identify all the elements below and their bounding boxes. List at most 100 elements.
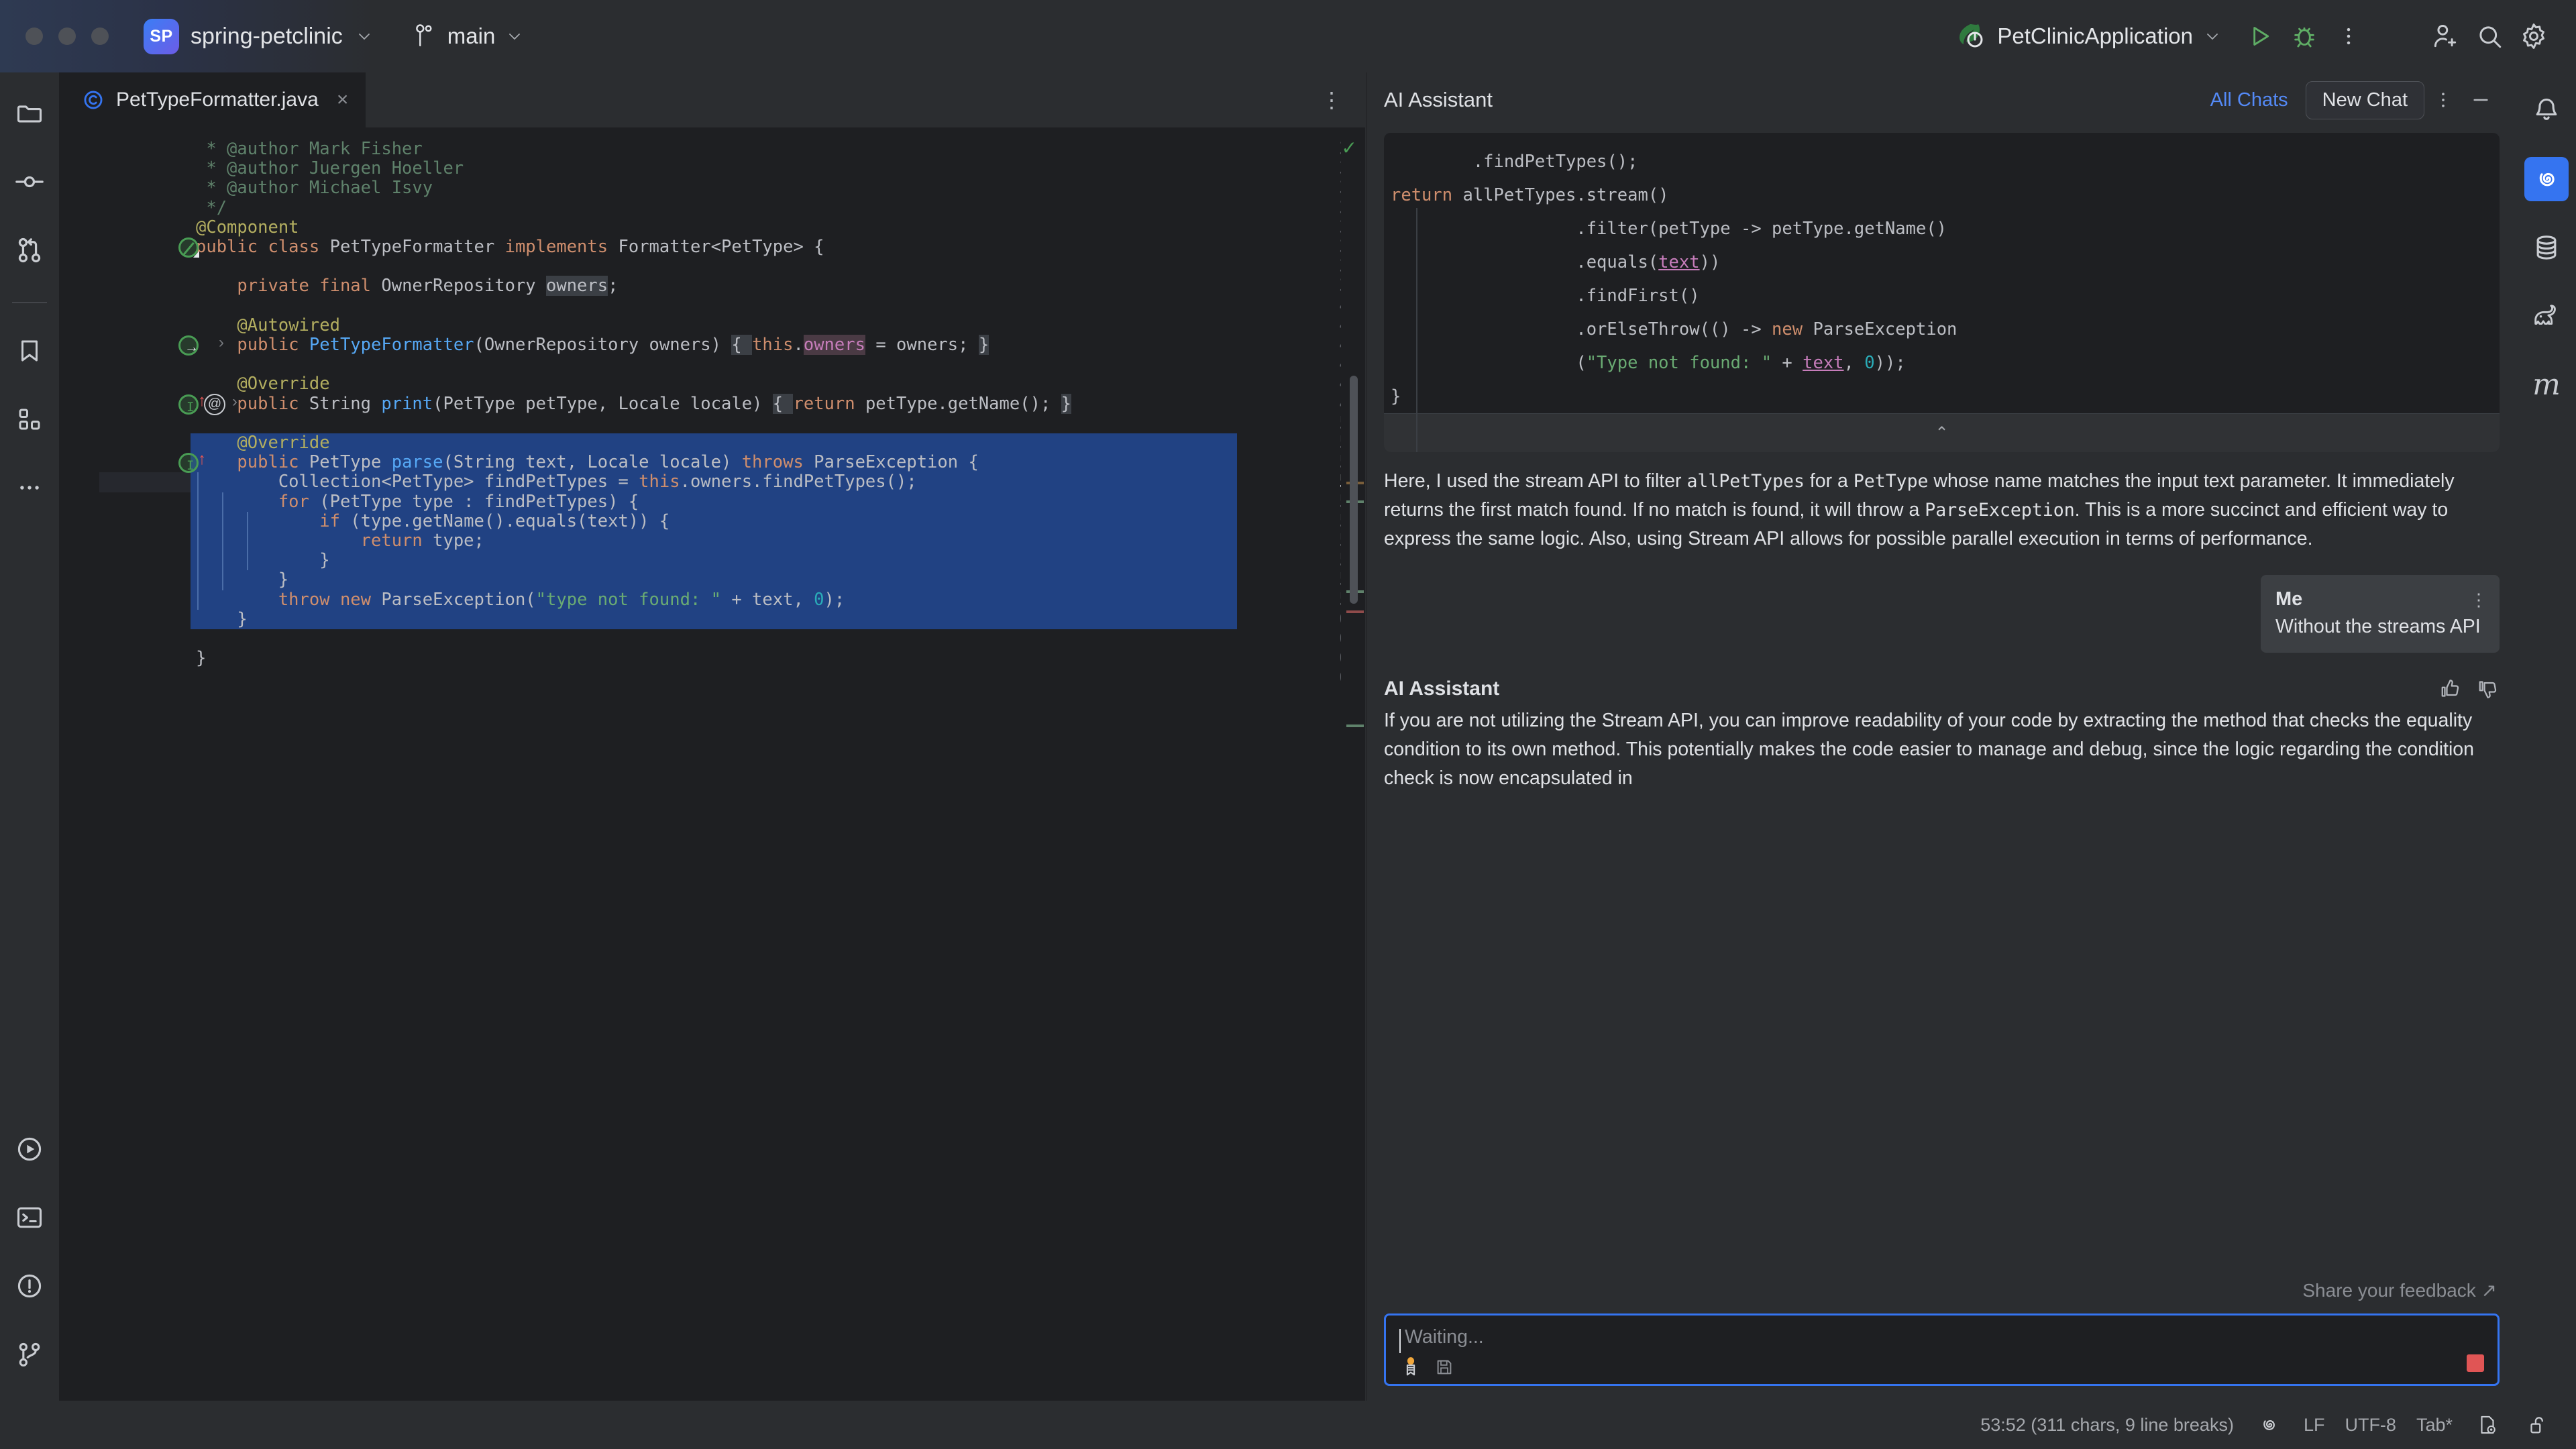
readonly-toggle-button[interactable] bbox=[2522, 1410, 2552, 1440]
code-line[interactable]: 57 } bbox=[59, 551, 1365, 570]
ai-answer-1: Here, I used the stream API to filter al… bbox=[1384, 470, 2455, 549]
gutter-bean-icon[interactable]: → bbox=[178, 335, 199, 356]
project-selector[interactable]: SP spring-petclinic bbox=[144, 18, 372, 54]
run-button[interactable] bbox=[2238, 14, 2282, 58]
gutter-implements-icon[interactable]: I ↑ bbox=[178, 451, 206, 474]
status-ai-button[interactable] bbox=[2254, 1410, 2284, 1440]
code-line[interactable]: 60 } bbox=[59, 609, 1365, 629]
caret-position[interactable]: 53:52 (311 chars, 9 line breaks) bbox=[1980, 1415, 2234, 1436]
sidebar-item-structure[interactable] bbox=[7, 397, 52, 441]
code-line[interactable]: 51 @Override bbox=[59, 433, 1365, 453]
code-line[interactable]: 39 private final OwnerRepository owners; bbox=[59, 276, 1365, 297]
code-line[interactable]: 45 bbox=[59, 355, 1365, 374]
sidebar-item-problems[interactable] bbox=[7, 1264, 52, 1308]
code-line[interactable]: 36@Component bbox=[59, 217, 1365, 237]
code-line-text: @Autowired bbox=[237, 315, 340, 335]
left-tool-stripe bbox=[0, 72, 59, 1401]
sidebar-item-database[interactable] bbox=[2524, 225, 2569, 270]
all-chats-link[interactable]: All Chats bbox=[2210, 89, 2288, 111]
titlebar-right-actions: PetClinicApplication bbox=[1955, 14, 2576, 58]
minimize-window-button[interactable] bbox=[58, 28, 76, 45]
editor-vertical-scrollbar[interactable] bbox=[1350, 376, 1358, 604]
ai-more-options-button[interactable] bbox=[2424, 81, 2462, 119]
code-line[interactable]: 54 for (PetType type : findPetTypes) { bbox=[59, 492, 1365, 512]
debug-button[interactable] bbox=[2282, 14, 2326, 58]
sidebar-item-commit[interactable] bbox=[7, 160, 52, 204]
code-line[interactable]: 34 * @author Michael Isvy bbox=[59, 178, 1365, 198]
sidebar-item-version-control[interactable] bbox=[7, 1332, 52, 1377]
editor-marker-column[interactable]: ✓ bbox=[1341, 127, 1365, 1401]
sidebar-item-maven[interactable]: m bbox=[2524, 362, 2569, 407]
code-line[interactable]: 50 bbox=[59, 413, 1365, 433]
code-line-text: } bbox=[278, 570, 289, 590]
file-encoding[interactable]: UTF-8 bbox=[2345, 1415, 2396, 1436]
code-line-text: * @author Mark Fisher bbox=[196, 139, 423, 159]
save-icon[interactable] bbox=[1434, 1357, 1454, 1377]
code-line[interactable]: 59 throw new ParseException("type not fo… bbox=[59, 590, 1365, 610]
code-line[interactable]: 41 @Autowired bbox=[59, 315, 1365, 335]
gutter-expand-icon[interactable]: › bbox=[219, 333, 224, 352]
sidebar-item-bookmarks[interactable] bbox=[7, 329, 52, 373]
code-line[interactable]: 58 } bbox=[59, 570, 1365, 590]
code-line[interactable]: 53 Collection<PetType> findPetTypes = th… bbox=[59, 472, 1365, 492]
sidebar-item-more[interactable] bbox=[7, 466, 52, 510]
ai-prompt-input[interactable]: Waiting... bbox=[1384, 1313, 2500, 1386]
sidebar-item-pull-requests[interactable] bbox=[7, 228, 52, 272]
search-everywhere-button[interactable] bbox=[2467, 14, 2512, 58]
sidebar-item-gradle[interactable] bbox=[2524, 294, 2569, 338]
code-area[interactable]: 32 * @author Mark Fisher33 * @author Jue… bbox=[59, 127, 1365, 1401]
share-feedback-link[interactable]: Share your feedback ↗ bbox=[1366, 1279, 2517, 1313]
code-line[interactable]: 35 */ bbox=[59, 198, 1365, 218]
gutter-annotation-icon[interactable]: @ bbox=[204, 393, 225, 415]
run-configuration-selector[interactable]: PetClinicApplication bbox=[1955, 20, 2220, 52]
new-chat-button[interactable]: New Chat bbox=[2305, 80, 2424, 119]
code-line[interactable]: 32 * @author Mark Fisher bbox=[59, 140, 1365, 159]
stop-generating-button[interactable] bbox=[2467, 1354, 2484, 1372]
gutter-expand-icon[interactable]: › bbox=[232, 392, 237, 411]
ai-chat-scroll[interactable]: .findPetTypes(); return allPetTypes.strea… bbox=[1366, 127, 2517, 1279]
code-line[interactable]: 63 bbox=[59, 668, 1365, 688]
thumbs-down-icon[interactable] bbox=[2475, 677, 2500, 701]
code-line[interactable]: 52 public PetType parse(String text, Loc… bbox=[59, 453, 1365, 472]
sidebar-item-terminal[interactable] bbox=[7, 1195, 52, 1240]
add-user-button[interactable] bbox=[2423, 14, 2467, 58]
close-icon[interactable]: × bbox=[337, 89, 349, 111]
gutter-bean-icon[interactable] bbox=[178, 237, 199, 258]
code-line[interactable]: 56 return type; bbox=[59, 531, 1365, 551]
more-run-actions-button[interactable] bbox=[2326, 14, 2371, 58]
editor-options-button[interactable]: ⋮ bbox=[1321, 87, 1342, 113]
close-window-button[interactable] bbox=[25, 28, 43, 45]
code-line[interactable]: 38 bbox=[59, 257, 1365, 276]
ai-code-block[interactable]: .findPetTypes(); return allPetTypes.strea… bbox=[1384, 133, 2500, 452]
sidebar-item-notifications[interactable] bbox=[2524, 89, 2569, 133]
code-line[interactable]: 61 bbox=[59, 629, 1365, 649]
thumbs-up-icon[interactable] bbox=[2438, 677, 2462, 701]
sidebar-item-ai-assistant[interactable] bbox=[2524, 157, 2569, 201]
sidebar-item-project[interactable] bbox=[7, 91, 52, 136]
editor-tab-pettypeformatter[interactable]: PetTypeFormatter.java × bbox=[59, 72, 366, 127]
code-line[interactable]: 55 if (type.getName().equals(text)) { bbox=[59, 511, 1365, 531]
branch-selector[interactable]: main bbox=[413, 23, 523, 50]
settings-button[interactable] bbox=[2512, 14, 2556, 58]
ai-spiral-icon bbox=[2539, 172, 2555, 186]
ai-minimize-button[interactable] bbox=[2462, 81, 2500, 119]
line-separator[interactable]: LF bbox=[2304, 1415, 2325, 1436]
ai-assistant-panel: AI Assistant All Chats New Chat .findPet… bbox=[1366, 72, 2517, 1401]
code-line[interactable]: 40 bbox=[59, 296, 1365, 316]
indent-settings-button[interactable] bbox=[2473, 1410, 2502, 1440]
window-controls[interactable] bbox=[0, 28, 109, 45]
maximize-window-button[interactable] bbox=[91, 28, 109, 45]
code-line[interactable]: 42 public PetTypeFormatter(OwnerReposito… bbox=[59, 335, 1365, 355]
user-message-options-button[interactable]: ⋮ bbox=[2470, 590, 2487, 610]
code-line[interactable]: 62} bbox=[59, 649, 1365, 668]
attach-context-icon[interactable] bbox=[1399, 1356, 1422, 1379]
editor-body[interactable]: 32 * @author Mark Fisher33 * @author Jue… bbox=[59, 127, 1365, 1401]
gutter-implements-icon[interactable]: I ↑ bbox=[178, 392, 206, 415]
sidebar-item-run[interactable] bbox=[7, 1127, 52, 1171]
ai-code-collapse-button[interactable]: ⌃ bbox=[1384, 413, 2500, 452]
code-line[interactable]: 46 @Override bbox=[59, 374, 1365, 394]
code-line[interactable]: 33 * @author Juergen Hoeller bbox=[59, 159, 1365, 178]
code-line[interactable]: 47 public String print(PetType petType, … bbox=[59, 393, 1365, 414]
code-line[interactable]: 37public class PetTypeFormatter implemen… bbox=[59, 237, 1365, 257]
indent-setting[interactable]: Tab* bbox=[2416, 1415, 2453, 1436]
